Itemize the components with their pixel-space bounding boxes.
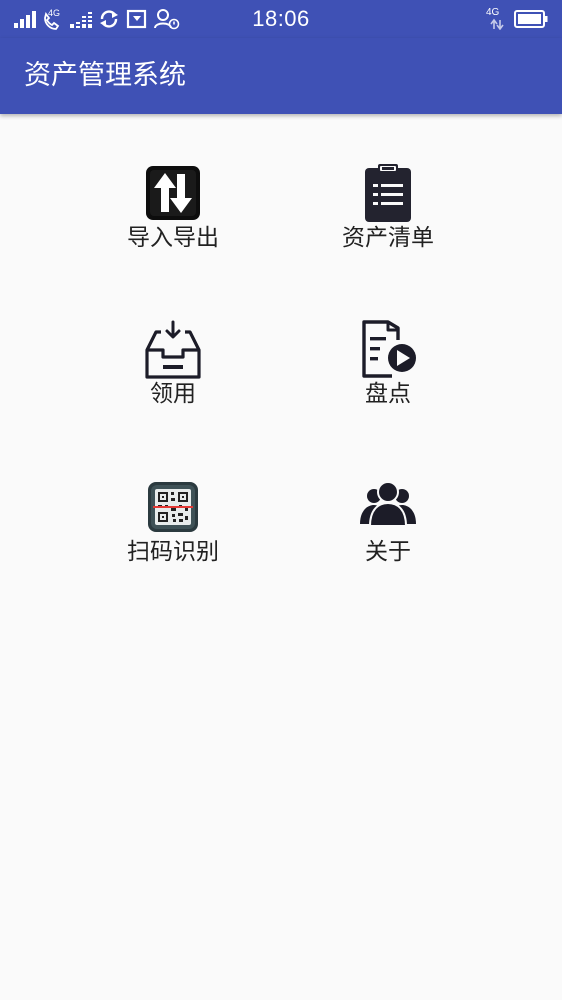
menu-item-label: 盘点 <box>365 381 411 407</box>
menu-item-import-export[interactable]: 导入导出 <box>93 164 253 274</box>
app-title: 资产管理系统 <box>24 60 186 91</box>
menu-item-scan[interactable]: 扫码识别 <box>93 478 253 588</box>
app-screen: 4G 18:06 4G 资产管理系统 导入导出 资产清单 领用 盘点 扫码识别 … <box>0 0 562 1000</box>
menu-item-label: 领用 <box>150 381 196 407</box>
menu-item-label: 导入导出 <box>127 225 219 251</box>
menu-item-inventory[interactable]: 盘点 <box>308 320 468 430</box>
menu-item-about[interactable]: 关于 <box>308 478 468 588</box>
group-icon <box>358 478 418 538</box>
battery-icon <box>514 10 548 28</box>
qr-scan-icon <box>143 478 203 538</box>
menu-item-label: 关于 <box>365 539 411 565</box>
menu-item-asset-list[interactable]: 资产清单 <box>308 164 468 274</box>
status-right-icons: 4G <box>486 8 548 30</box>
menu-item-label: 扫码识别 <box>127 539 219 565</box>
import-export-icon <box>143 164 203 224</box>
status-bar: 4G 18:06 4G <box>0 0 562 38</box>
menu-grid: 导入导出 资产清单 领用 盘点 扫码识别 关于 <box>0 114 562 1000</box>
menu-item-label: 资产清单 <box>342 225 434 251</box>
inventory-play-icon <box>358 320 418 380</box>
app-bar: 资产管理系统 <box>0 38 562 114</box>
clipboard-list-icon <box>358 164 418 224</box>
status-time: 18:06 <box>252 6 310 31</box>
data-arrows-icon: 4G <box>486 8 506 30</box>
menu-item-receive[interactable]: 领用 <box>93 320 253 430</box>
inbox-download-icon <box>143 320 203 380</box>
